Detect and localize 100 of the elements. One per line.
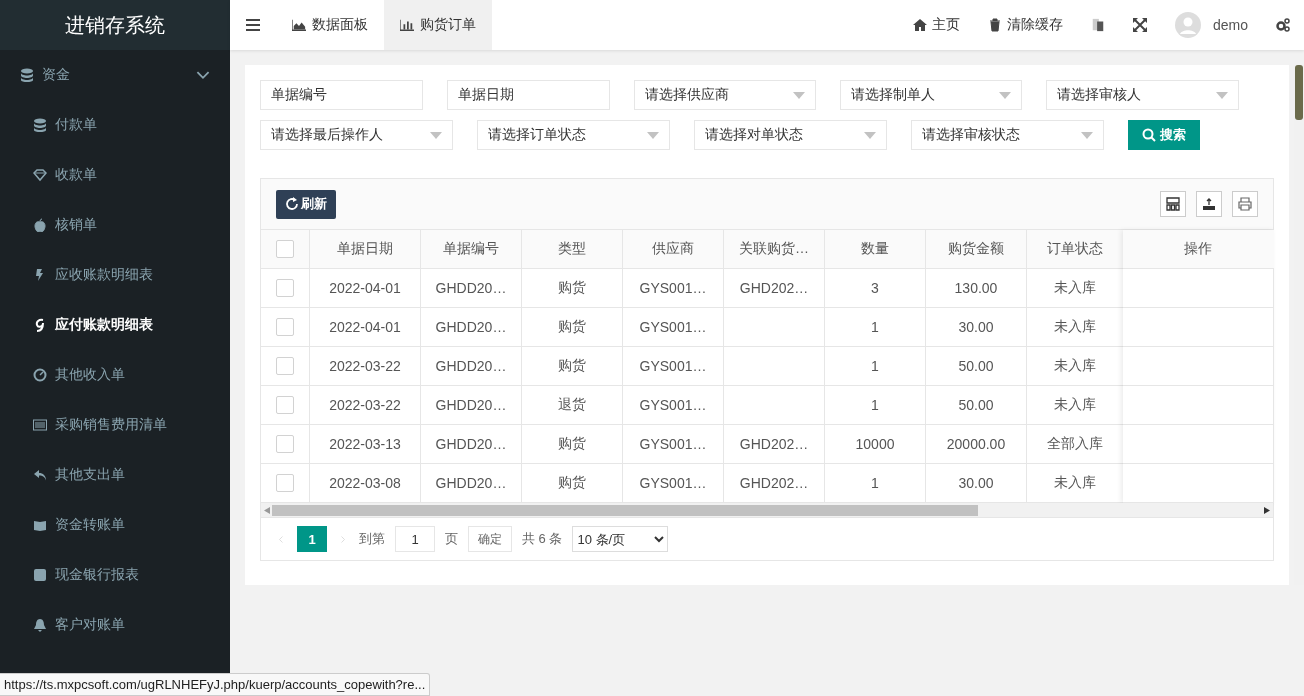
- checkbox[interactable]: [276, 279, 294, 297]
- sidebar-item[interactable]: 现金银行报表: [0, 550, 230, 600]
- scrollbar-thumb[interactable]: [1295, 65, 1303, 120]
- column-header: 订单状态: [1046, 239, 1104, 258]
- sidebar-item[interactable]: 资金转账单: [0, 500, 230, 550]
- book-icon: [33, 518, 47, 532]
- table-cell: GHDD20…: [421, 464, 522, 502]
- sidebar-item[interactable]: 其他支出单: [0, 450, 230, 500]
- select-field[interactable]: 请选择最后操作人: [260, 120, 453, 150]
- column-header: 数量: [825, 230, 926, 268]
- columns-icon: [1166, 197, 1180, 211]
- select-field[interactable]: 请选择审核人: [1046, 80, 1239, 110]
- table-cell: 2022-03-22: [310, 386, 421, 424]
- left-arrow-icon: [264, 506, 270, 514]
- sidebar-item[interactable]: 付款单: [0, 100, 230, 150]
- table-cell: GHDD20…: [421, 425, 522, 463]
- select-field[interactable]: 请选择制单人: [840, 80, 1022, 110]
- sidebar-group[interactable]: 资金: [0, 50, 230, 100]
- trash-icon: [987, 18, 1002, 32]
- gears-icon: [1276, 18, 1290, 32]
- text-field[interactable]: 单据编号: [260, 80, 423, 110]
- checkbox[interactable]: [276, 435, 294, 453]
- top-action[interactable]: 清除缓存: [973, 0, 1077, 50]
- table-cell: GHDD20…: [421, 347, 522, 385]
- diamond-icon: [33, 168, 47, 182]
- user-name[interactable]: demo: [1212, 17, 1248, 33]
- checkbox[interactable]: [276, 240, 294, 258]
- checkbox[interactable]: [276, 474, 294, 492]
- caret-down-icon: [1216, 91, 1228, 99]
- caret-down-icon: [793, 91, 805, 99]
- column-header: 供应商: [623, 230, 724, 268]
- sidebar-item[interactable]: 其他收入单: [0, 350, 230, 400]
- caret-down-icon: [430, 131, 442, 139]
- top-action[interactable]: 主页: [898, 0, 974, 50]
- table-cell: GHD202…: [724, 464, 825, 502]
- caret-down-icon: [1081, 131, 1093, 139]
- item-label: 应收账款明细表: [55, 266, 153, 284]
- table-cell-text: 未入库: [1053, 356, 1097, 375]
- column-header: 单据日期: [310, 230, 421, 268]
- scrollbar-thumb[interactable]: [272, 504, 978, 516]
- item-label: 资金转账单: [55, 516, 125, 534]
- gauge-icon: [33, 368, 47, 382]
- action-label: 清除缓存: [1006, 16, 1063, 34]
- export-button[interactable]: [1196, 191, 1222, 217]
- export-icon: [1202, 197, 1216, 211]
- sidebar-item[interactable]: 应付账款明细表: [0, 300, 230, 350]
- table-cell-text: 未入库: [1053, 278, 1097, 297]
- checkbox[interactable]: [276, 396, 294, 414]
- table-cell: 20000.00: [926, 425, 1027, 463]
- coins-icon: [20, 68, 34, 82]
- page-size-select[interactable]: 10 条/页: [572, 526, 669, 552]
- print-button[interactable]: [1232, 191, 1258, 217]
- sidebar-item[interactable]: 采购销售费用清单: [0, 400, 230, 450]
- table-cell: 10000: [825, 425, 926, 463]
- fullscreen-icon: [1132, 18, 1147, 32]
- confirm-button[interactable]: 确定: [468, 526, 512, 552]
- table-cell-text: 未入库: [1053, 473, 1097, 492]
- select-field[interactable]: 请选择审核状态: [911, 120, 1104, 150]
- table-cell: 1: [825, 347, 926, 385]
- coins-icon: [33, 118, 47, 132]
- sidebar-item[interactable]: 应收账款明细表: [0, 250, 230, 300]
- sidebar-item[interactable]: 核销单: [0, 200, 230, 250]
- table-cell-text: 未入库: [1053, 395, 1097, 414]
- tab-label: 购货订单: [420, 16, 476, 34]
- table-cell: GYS001…: [623, 386, 724, 424]
- tab[interactable]: 数据面板: [276, 0, 384, 50]
- select-field[interactable]: 请选择对单状态: [694, 120, 887, 150]
- text-field[interactable]: 单据日期: [447, 80, 610, 110]
- table-cell: 购货: [522, 269, 623, 307]
- caret-down-icon: [999, 91, 1011, 99]
- total-count: 共 6 条: [522, 530, 563, 548]
- sidebar-item[interactable]: 收款单: [0, 150, 230, 200]
- table-cell: 购货: [522, 347, 623, 385]
- table-cell: GHDD20…: [421, 386, 522, 424]
- column-header: 关联购货…: [724, 230, 825, 268]
- search-button[interactable]: 搜索: [1128, 120, 1200, 150]
- checkbox[interactable]: [276, 357, 294, 375]
- tab-label: 数据面板: [312, 16, 368, 34]
- select-field[interactable]: 请选择订单状态: [477, 120, 670, 150]
- status-url: https://ts.mxpcsoft.com/ugRLNHEFyJ.php/kuerp/accounts_copewith?re...: [0, 673, 431, 696]
- caret-down-icon: [647, 131, 659, 139]
- tab[interactable]: 购货订单: [384, 0, 492, 50]
- page-input[interactable]: 1: [395, 526, 435, 552]
- columns-button[interactable]: [1160, 191, 1186, 217]
- table-cell: 2022-04-01: [310, 269, 421, 307]
- page-button[interactable]: 1: [297, 526, 327, 552]
- table-cell: GHD202…: [724, 425, 825, 463]
- menu-icon: [246, 18, 260, 32]
- translate-icon: [1090, 18, 1105, 32]
- sidebar-item[interactable]: 客户对账单: [0, 600, 230, 650]
- table-cell: GHDD20…: [421, 269, 522, 307]
- select-field[interactable]: 请选择供应商: [634, 80, 816, 110]
- table-cell: 50.00: [926, 347, 1027, 385]
- goto-label: 到第: [359, 530, 385, 548]
- refresh-button[interactable]: 刷新: [276, 189, 336, 219]
- item-label: 现金银行报表: [55, 566, 139, 584]
- group-label: 资金: [42, 66, 71, 84]
- table-cell: 1: [825, 386, 926, 424]
- checkbox[interactable]: [276, 318, 294, 336]
- column-header: 单据编号: [421, 230, 522, 268]
